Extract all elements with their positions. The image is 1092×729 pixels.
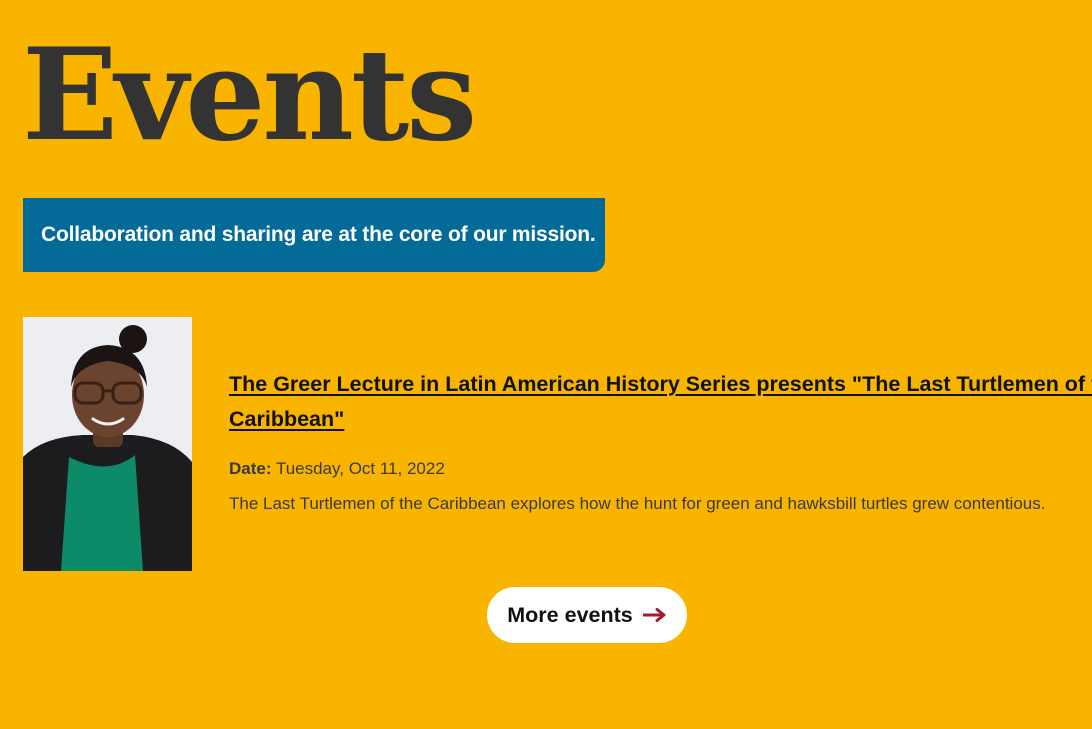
event-title-link[interactable]: The Greer Lecture in Latin American Hist… bbox=[229, 367, 1092, 437]
event-details: The Greer Lecture in Latin American Hist… bbox=[229, 367, 1092, 516]
event-date: Date: Tuesday, Oct 11, 2022 bbox=[229, 457, 1092, 481]
more-events-button[interactable]: More events bbox=[487, 587, 687, 643]
mission-banner: Collaboration and sharing are at the cor… bbox=[23, 198, 605, 272]
event-card: The Greer Lecture in Latin American Hist… bbox=[23, 317, 1092, 571]
speaker-portrait-icon bbox=[23, 317, 192, 571]
more-events-label: More events bbox=[507, 602, 633, 627]
arrow-right-icon bbox=[642, 608, 667, 622]
event-date-value: Tuesday, Oct 11, 2022 bbox=[275, 459, 445, 478]
event-speaker-photo[interactable] bbox=[23, 317, 192, 571]
event-date-label: Date: bbox=[229, 459, 272, 478]
event-summary: The Last Turtlemen of the Caribbean expl… bbox=[229, 494, 1046, 513]
page-title: Events bbox=[22, 21, 477, 169]
